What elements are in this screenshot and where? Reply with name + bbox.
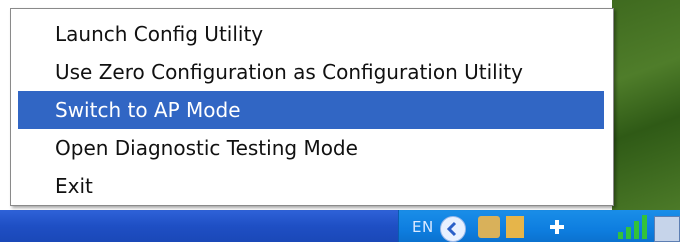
network-adapter-icon[interactable] (478, 216, 500, 238)
menu-item-open-diagnostic-testing-mode[interactable]: Open Diagnostic Testing Mode (18, 129, 604, 167)
tray-context-menu: Launch Config Utility Use Zero Configura… (10, 8, 614, 206)
safely-remove-icon[interactable] (506, 216, 524, 238)
desktop-wallpaper (612, 0, 680, 210)
menu-item-switch-to-ap-mode[interactable]: Switch to AP Mode (18, 91, 604, 129)
menu-item-label: Switch to AP Mode (55, 98, 241, 122)
language-indicator[interactable]: EN (412, 218, 434, 236)
menu-item-label: Exit (55, 174, 93, 198)
network-connection-icon[interactable] (654, 216, 680, 242)
wireless-signal-icon[interactable] (616, 214, 652, 240)
menu-item-label: Open Diagnostic Testing Mode (55, 136, 358, 160)
menu-item-label: Use Zero Configuration as Configuration … (55, 60, 523, 84)
menu-item-exit[interactable]: Exit (18, 167, 604, 205)
show-hidden-icons-chevron-icon[interactable] (440, 216, 466, 242)
menu-item-launch-config-utility[interactable]: Launch Config Utility (18, 15, 604, 53)
menu-item-use-zero-configuration[interactable]: Use Zero Configuration as Configuration … (18, 53, 604, 91)
menu-item-label: Launch Config Utility (55, 22, 264, 46)
usb-icon[interactable] (548, 216, 566, 238)
